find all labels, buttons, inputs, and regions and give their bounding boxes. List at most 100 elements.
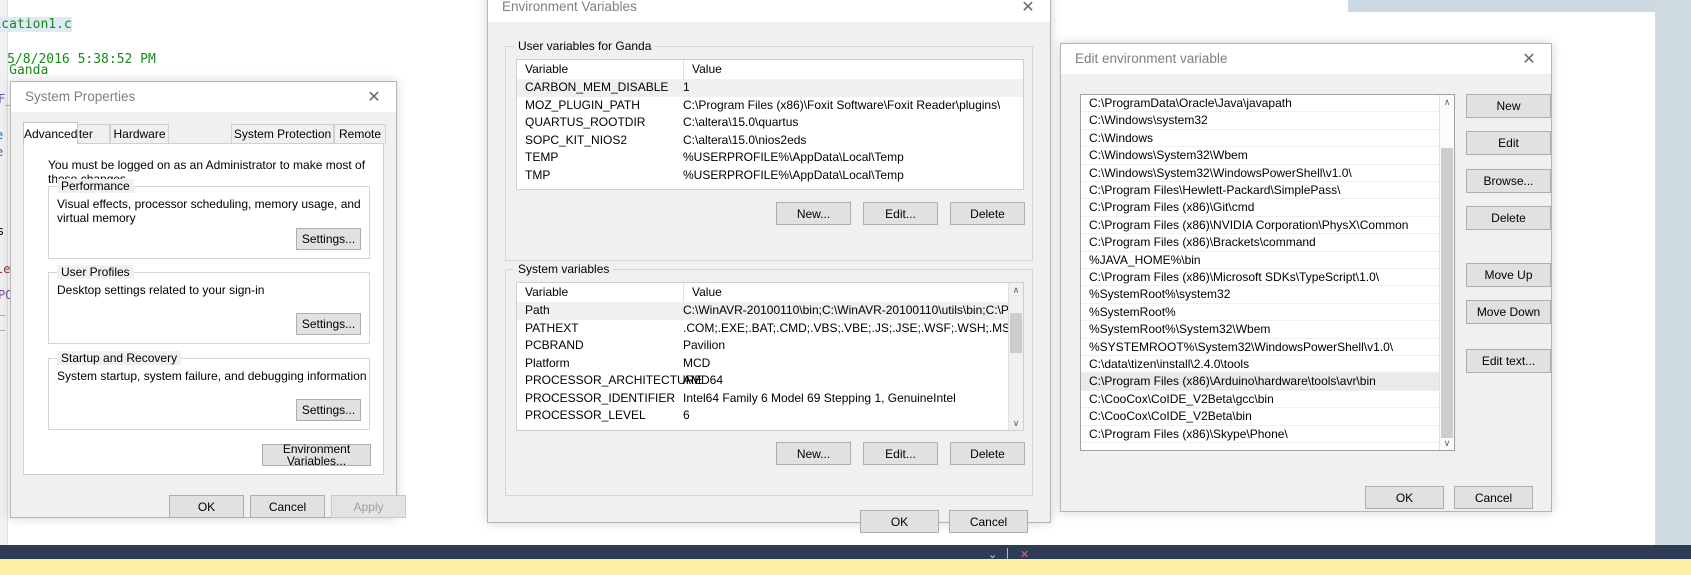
scroll-down-icon[interactable]: ∨ <box>1440 436 1454 450</box>
list-item[interactable]: C:\Windows\System32\WindowsPowerShell\v1… <box>1081 165 1440 182</box>
close-icon[interactable]: ✕ <box>1507 44 1551 74</box>
system-variables-table[interactable]: Variable Value Path C:\WinAVR-20100110\bi… <box>516 282 1024 431</box>
list-item[interactable]: C:\CooCox\CoIDE_V2Beta\bin <box>1081 408 1440 426</box>
list-item[interactable]: C:\Program Files (x86)\Skype\Phone\ <box>1081 426 1440 443</box>
list-item[interactable]: %SystemRoot% <box>1081 304 1440 322</box>
tab-remote[interactable]: Remote <box>334 124 386 143</box>
column-header-variable[interactable]: Variable <box>517 60 683 79</box>
browse-button[interactable]: Browse... <box>1466 169 1551 193</box>
advanced-tab-panel: You must be logged on as an Administrato… <box>23 143 384 475</box>
row-value: Intel64 Family 6 Model 69 Stepping 1, Ge… <box>683 390 956 405</box>
edit-environment-variable-title: Edit environment variable <box>1061 44 1551 74</box>
table-row[interactable]: TEMP %USERPROFILE%\AppData\Local\Temp <box>517 149 1023 167</box>
column-header-value[interactable]: Value <box>683 283 1009 302</box>
list-item[interactable]: C:\Windows\System32\Wbem <box>1081 147 1440 165</box>
ok-button[interactable]: OK <box>169 495 244 518</box>
scrollbar-thumb[interactable] <box>1441 148 1453 438</box>
path-list-scrollbar[interactable]: ∧ ∨ <box>1439 95 1454 450</box>
close-icon[interactable]: ✕ <box>1006 0 1050 22</box>
performance-group-label: Performance <box>57 179 134 193</box>
system-properties-body: Computer Name Hardware Advanced System P… <box>11 112 406 518</box>
user-new-button[interactable]: New... <box>776 202 851 225</box>
user-variables-group-label: User variables for Ganda <box>514 39 656 53</box>
row-value: C:\altera\15.0\quartus <box>683 115 799 129</box>
table-row[interactable]: SOPC_KIT_NIOS2 C:\altera\15.0\nios2eds <box>517 132 1023 150</box>
list-item[interactable]: %JAVA_HOME%\bin <box>1081 252 1440 269</box>
list-item[interactable]: C:\ProgramData\Oracle\Java\javapath <box>1081 95 1440 113</box>
row-value: C:\WinAVR-20100110\bin;C:\WinAVR-2010011… <box>683 303 1024 317</box>
row-variable: PROCESSOR_LEVEL <box>525 408 646 422</box>
scroll-up-icon[interactable]: ∧ <box>1009 283 1023 297</box>
column-header-variable[interactable]: Variable <box>517 283 683 302</box>
user-edit-button[interactable]: Edit... <box>863 202 938 225</box>
user-profiles-description: Desktop settings related to your sign-in <box>57 283 265 297</box>
scroll-down-icon[interactable]: ∨ <box>1009 416 1023 430</box>
system-variables-scrollbar[interactable]: ∧ ∨ <box>1008 283 1023 430</box>
system-properties-title: System Properties <box>11 82 396 112</box>
editor-highlight-bar <box>0 559 1691 575</box>
list-item[interactable]: C:\Program Files (x86)\Git\cmd <box>1081 199 1440 217</box>
user-profiles-settings-button[interactable]: Settings... <box>296 313 361 335</box>
user-profiles-group: User Profiles Desktop settings related t… <box>48 265 370 344</box>
tab-advanced[interactable]: Advanced <box>23 122 79 144</box>
list-item[interactable]: C:\Program Files (x86)\NVIDIA Corporatio… <box>1081 217 1440 235</box>
row-value: .COM;.EXE;.BAT;.CMD;.VBS;.VBE;.JS;.JSE;.… <box>683 320 1019 335</box>
performance-settings-button[interactable]: Settings... <box>296 228 361 250</box>
table-row[interactable]: TMP %USERPROFILE%\AppData\Local\Temp <box>517 167 1023 185</box>
table-row[interactable]: Platform MCD <box>517 355 1009 373</box>
table-row[interactable]: PROCESSOR_LEVEL 6 <box>517 407 1009 425</box>
table-row[interactable]: PROCESSOR_ARCHITECTURE AMD64 <box>517 372 1009 390</box>
path-entries-list[interactable]: C:\ProgramData\Oracle\Java\javapath C:\W… <box>1080 94 1455 451</box>
list-item[interactable]: C:\Program Files (x86)\Microsoft SDKs\Ty… <box>1081 269 1440 287</box>
move-up-button[interactable]: Move Up <box>1466 263 1551 287</box>
user-delete-button[interactable]: Delete <box>950 202 1025 225</box>
user-variables-table[interactable]: Variable Value CARBON_MEM_DISABLE 1 MOZ_P… <box>516 59 1024 190</box>
desktop-strip-top <box>1348 0 1691 12</box>
list-item[interactable]: C:\data\tizen\install\2.4.0\tools <box>1081 356 1440 374</box>
table-row[interactable]: CARBON_MEM_DISABLE 1 <box>517 79 1023 97</box>
list-item[interactable]: C:\Windows\system32 <box>1081 112 1440 130</box>
tab-system-protection[interactable]: System Protection <box>231 124 334 143</box>
system-edit-button[interactable]: Edit... <box>863 442 938 465</box>
close-icon[interactable]: ✕ <box>352 82 396 112</box>
cancel-button[interactable]: Cancel <box>1454 486 1533 509</box>
table-row[interactable]: PROCESSOR_IDENTIFIER Intel64 Family 6 Mod… <box>517 390 1009 408</box>
cancel-button[interactable]: Cancel <box>250 495 325 518</box>
table-row[interactable]: QUARTUS_ROOTDIR C:\altera\15.0\quartus <box>517 114 1023 132</box>
row-value: AMD64 <box>683 373 724 387</box>
startup-recovery-group: Startup and Recovery System startup, sys… <box>48 351 370 430</box>
list-item[interactable]: C:\Program Files\Hewlett-Packard\SimpleP… <box>1081 182 1440 200</box>
table-row[interactable]: PATHEXT .COM;.EXE;.BAT;.CMD;.VBS;.VBE;.JS… <box>517 320 1019 338</box>
system-properties-dialog: System Properties ✕ Computer Name Hardwa… <box>10 81 406 518</box>
table-row[interactable]: MOZ_PLUGIN_PATH C:\Program Files (x86)\Fo… <box>517 97 1023 115</box>
delete-button[interactable]: Delete <box>1466 206 1551 230</box>
list-item[interactable]: C:\Program Files (x86)\Brackets\command <box>1081 234 1440 252</box>
startup-recovery-settings-button[interactable]: Settings... <box>296 399 361 421</box>
row-variable: CARBON_MEM_DISABLE <box>525 80 669 94</box>
column-header-value[interactable]: Value <box>683 60 1023 79</box>
row-value: C:\Program Files (x86)\Foxit Software\Fo… <box>683 97 1001 112</box>
edit-text-button[interactable]: Edit text... <box>1466 349 1551 373</box>
table-row[interactable]: Path C:\WinAVR-20100110\bin;C:\WinAVR-201… <box>517 302 1023 320</box>
scrollbar-thumb[interactable] <box>1010 313 1022 353</box>
system-new-button[interactable]: New... <box>776 442 851 465</box>
ok-button[interactable]: OK <box>860 510 939 533</box>
cancel-button[interactable]: Cancel <box>949 510 1028 533</box>
tab-hardware[interactable]: Hardware <box>110 124 169 143</box>
list-item[interactable]: C:\Program Files (x86)\Arduino\hardware\… <box>1081 373 1440 391</box>
list-item[interactable]: %SystemRoot%\system32 <box>1081 286 1440 304</box>
scroll-up-icon[interactable]: ∧ <box>1440 95 1454 109</box>
edit-environment-variable-body: C:\ProgramData\Oracle\Java\javapath C:\W… <box>1061 74 1551 511</box>
user-profiles-group-label: User Profiles <box>57 265 134 279</box>
environment-variables-button[interactable]: Environment Variables... <box>262 443 371 467</box>
ok-button[interactable]: OK <box>1365 486 1444 509</box>
list-item[interactable]: %SYSTEMROOT%\System32\WindowsPowerShell\… <box>1081 339 1440 356</box>
new-button[interactable]: New <box>1466 94 1551 118</box>
move-down-button[interactable]: Move Down <box>1466 300 1551 324</box>
table-row[interactable]: PCBRAND Pavilion <box>517 337 1009 355</box>
system-delete-button[interactable]: Delete <box>950 442 1025 465</box>
edit-button[interactable]: Edit <box>1466 131 1551 155</box>
list-item[interactable]: %SystemRoot%\System32\Wbem <box>1081 321 1440 339</box>
list-item[interactable]: C:\Windows <box>1081 130 1440 148</box>
list-item[interactable]: C:\CooCox\CoIDE_V2Beta\gcc\bin <box>1081 391 1440 409</box>
